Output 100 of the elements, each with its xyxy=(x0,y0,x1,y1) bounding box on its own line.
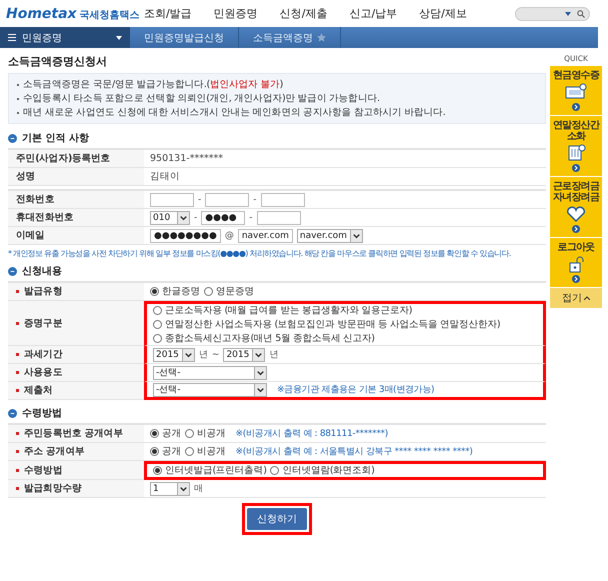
arrow-circle-icon xyxy=(572,275,580,283)
notice-text: 매년 새로운 사업연도 신청에 대한 서비스개시 안내는 메인화면의 공지사항을 참고하시기 바랍니다. xyxy=(23,106,446,119)
radio-option[interactable]: 공개 xyxy=(150,445,181,458)
separator-text: - xyxy=(194,212,198,222)
separator-text: ~ xyxy=(212,350,220,360)
caret-icon xyxy=(565,12,571,16)
radio-option[interactable]: 공개 xyxy=(150,427,181,440)
quick-link[interactable]: 연말정산간소화 xyxy=(550,116,602,177)
label-text: 주민(사업자)등록번호 xyxy=(16,152,110,165)
input-field[interactable] xyxy=(256,210,300,224)
field-value: 김태이 xyxy=(150,170,180,183)
bullet-icon xyxy=(8,408,17,418)
nav-link[interactable]: 민원증명 xyxy=(214,6,258,21)
separator-text: - xyxy=(253,194,256,204)
label-text: 발급희망수량 xyxy=(24,482,82,495)
required-icon xyxy=(16,371,19,374)
nav-link[interactable]: 신청/제출 xyxy=(280,6,328,21)
label-text: 사용용도 xyxy=(24,366,62,379)
caret-icon xyxy=(177,212,189,224)
unit-text: 년 xyxy=(269,349,278,361)
section-title: 수령방법 xyxy=(22,407,62,420)
submit-button[interactable]: 신청하기 xyxy=(247,508,307,530)
label-text: 발급유형 xyxy=(24,285,62,298)
required-icon xyxy=(16,450,19,453)
input-field[interactable]: ●●●●●●●● xyxy=(150,228,221,242)
radio-option[interactable]: 인터넷열람(화면조회) xyxy=(270,464,374,477)
radio-option[interactable]: 영문증명 xyxy=(204,285,254,298)
radio-option[interactable]: 종합소득세신고자용(매년 5월 종합소득세 신고자) xyxy=(153,332,500,345)
separator-text: - xyxy=(249,212,252,222)
label-text: 이메일 xyxy=(16,229,45,242)
section-title: 신청내용 xyxy=(22,265,62,278)
page-title: 소득금액증명신청서 xyxy=(8,54,108,69)
menu-dropdown[interactable]: 민원증명 xyxy=(0,27,130,48)
hint-text: ※금융기관 제출용은 기본 3매(변경가능) xyxy=(277,384,434,396)
input-field[interactable] xyxy=(150,192,194,206)
quick-link[interactable]: 근로장려금 자녀장려금 xyxy=(550,177,602,238)
caret-icon xyxy=(584,296,590,300)
arrow-circle-icon xyxy=(572,103,580,111)
caret-icon xyxy=(252,348,264,360)
separator-text: @ xyxy=(224,230,234,240)
heart-icon xyxy=(565,205,587,223)
dropdown[interactable]: 2015 xyxy=(223,348,266,362)
input-field[interactable] xyxy=(260,192,304,206)
input-field[interactable] xyxy=(205,192,250,206)
label-text: 제출처 xyxy=(24,384,53,397)
label-text: 성명 xyxy=(16,170,36,183)
caret-icon xyxy=(177,482,189,494)
input-field[interactable]: ●●●● xyxy=(201,210,246,224)
input-field[interactable]: naver.com xyxy=(238,228,293,242)
label-text: 주소 공개여부 xyxy=(24,445,85,458)
caret-icon xyxy=(182,348,194,360)
dropdown[interactable]: -선택- xyxy=(153,366,267,380)
label-text: 전화번호 xyxy=(16,193,54,206)
radio-option[interactable]: 연말정산한 사업소득자용 (보험모집인과 방문판매 등 사업소득을 연말정산한자) xyxy=(153,318,500,331)
unit-text: 매 xyxy=(194,483,203,495)
separator-text: - xyxy=(198,194,202,204)
label-text: 휴대전화번호 xyxy=(16,211,74,224)
nav-link[interactable]: 조회/발급 xyxy=(144,6,192,21)
label-text: 증명구분 xyxy=(24,316,62,330)
label-text: 과세기간 xyxy=(24,348,62,361)
required-icon xyxy=(16,389,19,392)
caret-icon xyxy=(350,230,362,242)
notice-text: 수입등록시 타소득 포함으로 선택할 의뢰인(개인, 개인사업자)만 발급이 가능합니다. xyxy=(23,92,380,105)
label-text: 주민등록번호 공개여부 xyxy=(24,427,123,440)
unit-text: 년 xyxy=(198,349,208,361)
bullet-icon xyxy=(8,266,17,276)
quick-link[interactable]: 로그아웃 xyxy=(550,238,602,288)
search-icon xyxy=(577,10,585,18)
label-text: 수령방법 xyxy=(24,464,62,476)
breadcrumb-link[interactable]: 소득금액증명 xyxy=(239,27,341,48)
required-icon xyxy=(16,353,19,356)
quick-link[interactable]: 현금영수증 xyxy=(550,66,602,116)
caret-icon xyxy=(254,384,266,396)
menu-icon xyxy=(8,34,16,41)
arrow-circle-icon xyxy=(572,164,580,172)
required-icon xyxy=(16,432,19,435)
radio-option[interactable]: 비공개 xyxy=(185,445,226,458)
notice-text: 소득금액증명은 국문/영문 발급가능합니다.(법인사업자 불가) xyxy=(23,78,283,91)
privacy-note: * 개인정보 유출 가능성을 사전 차단하기 위해 일부 정보를 마스킹(●●●●) 처리하였습니다. 해당 칸을 마우스로 클릭하면 입력된 정보를 확인할 수 있습니다. xyxy=(8,248,512,259)
dropdown[interactable]: -선택- xyxy=(153,382,267,396)
dropdown[interactable]: 2015 xyxy=(153,348,195,362)
radio-option[interactable]: 한글증명 xyxy=(150,285,200,298)
nav-link[interactable]: 신고/납부 xyxy=(349,6,398,21)
hint-text: ※(비공개시 출력 예 : 서울특별시 강북구 **** **** **** ****) xyxy=(236,446,473,458)
dropdown[interactable]: naver.com xyxy=(296,228,363,242)
dropdown[interactable]: 1 xyxy=(150,482,190,496)
caret-icon xyxy=(116,36,122,40)
radio-option[interactable]: 비공개 xyxy=(185,427,226,440)
required-icon xyxy=(16,468,19,472)
required-icon xyxy=(16,487,19,490)
dropdown[interactable]: 010 xyxy=(150,210,190,224)
search-field[interactable] xyxy=(515,6,590,20)
bullet-icon xyxy=(8,134,17,142)
radio-option[interactable]: 근로소득자용 (매월 급여를 받는 봉급생활자와 일용근로자) xyxy=(153,304,500,317)
nav-link[interactable]: 상담/제보 xyxy=(419,6,467,21)
breadcrumb-link[interactable]: 민원증명발급신청 xyxy=(130,27,239,48)
hint-text: ※(비공개시 출력 예 : 881111-*******) xyxy=(236,428,388,440)
collapse-button[interactable]: 접기 xyxy=(550,288,602,308)
caret-icon xyxy=(254,366,266,378)
radio-option[interactable]: 인터넷발급(프린터출력) xyxy=(153,464,266,477)
